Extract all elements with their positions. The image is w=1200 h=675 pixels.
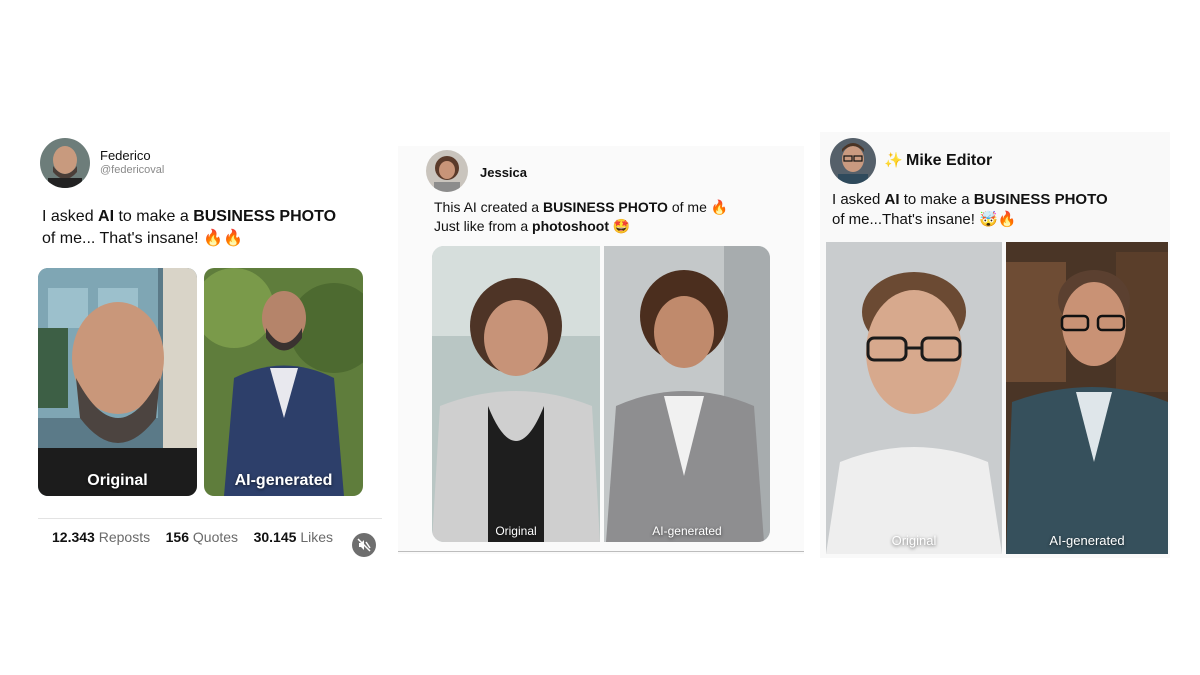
original-photo[interactable]: Original [826, 242, 1002, 554]
avatar[interactable] [830, 138, 876, 184]
photo-label-original: Original [891, 533, 937, 548]
author-handle[interactable]: @federicoval [100, 164, 164, 176]
post-text-part: to make a [114, 208, 194, 225]
author-name[interactable]: Jessica [480, 165, 527, 180]
ai-generated-photo[interactable]: AI-generated [1006, 242, 1168, 554]
reposts-label[interactable]: Reposts [99, 529, 150, 545]
post-text: This AI created a BUSINESS PHOTO of me 🔥… [434, 198, 794, 236]
fire-emoji: 🔥 [710, 199, 729, 215]
post-text-part: This AI created a [434, 199, 543, 215]
ai-generated-photo[interactable]: AI-generated [604, 246, 770, 542]
post-text-part: of me [667, 199, 711, 215]
photo-label-ai: AI-generated [652, 524, 722, 538]
post-card-federico: Federico @federicoval I asked AI to make… [18, 130, 382, 560]
post-text-bold: AI [98, 208, 115, 225]
post-text-part: I asked [42, 208, 99, 225]
post-text-part: of me...That's insane! [832, 211, 980, 229]
post-text-part: I asked [832, 191, 885, 208]
reposts-count[interactable]: 12.343 [52, 529, 95, 545]
original-photo[interactable]: Original [432, 246, 600, 542]
post-text-bold: photoshoot [532, 217, 610, 234]
star-eyes-emoji: 🤩 [612, 217, 631, 234]
post-card-jessica: Jessica This AI created a BUSINESS PHOTO… [398, 146, 804, 554]
divider [398, 551, 804, 552]
post-text: I asked AI to make a BUSINESS PHOTO of m… [832, 190, 1168, 231]
post-text-part: to make a [899, 191, 974, 208]
likes-label[interactable]: Likes [300, 529, 333, 545]
author-name[interactable]: Mike Editor [906, 152, 992, 170]
photo-label-original: Original [495, 524, 537, 538]
fire-emoji: 🔥🔥 [203, 229, 243, 247]
quotes-count[interactable]: 156 [166, 529, 189, 545]
mind-blown-fire-emoji: 🤯🔥 [979, 211, 1017, 229]
avatar[interactable] [426, 150, 468, 192]
stats-bar: 12.343 Reposts 156 Quotes 30.145 Likes [52, 529, 333, 545]
sparkles-icon: ✨ [884, 152, 903, 169]
photo-label-ai: AI-generated [1049, 533, 1125, 548]
avatar[interactable] [40, 138, 90, 188]
post-text-part: of me... That's insane! [42, 229, 204, 247]
post-text-bold: BUSINESS PHOTO [542, 199, 668, 215]
speaker-muted-icon[interactable] [352, 533, 376, 557]
quotes-label[interactable]: Quotes [193, 529, 238, 545]
likes-count[interactable]: 30.145 [254, 529, 297, 545]
original-photo[interactable]: Original [38, 268, 197, 496]
photo-label-ai: AI-generated [234, 472, 333, 489]
post-text-bold: BUSINESS PHOTO [973, 191, 1108, 208]
ai-generated-photo[interactable]: AI-generated [204, 268, 363, 496]
post-card-mike: ✨ Mike Editor I asked AI to make a BUSIN… [820, 132, 1170, 558]
divider [38, 518, 382, 519]
post-text-bold: BUSINESS PHOTO [193, 208, 337, 225]
post-text-part: Just like from a [434, 217, 533, 234]
post-text: I asked AI to make a BUSINESS PHOTO of m… [42, 206, 372, 249]
photo-label-original: Original [87, 472, 148, 489]
author-name[interactable]: Federico [100, 148, 151, 163]
post-text-bold: AI [884, 191, 900, 208]
